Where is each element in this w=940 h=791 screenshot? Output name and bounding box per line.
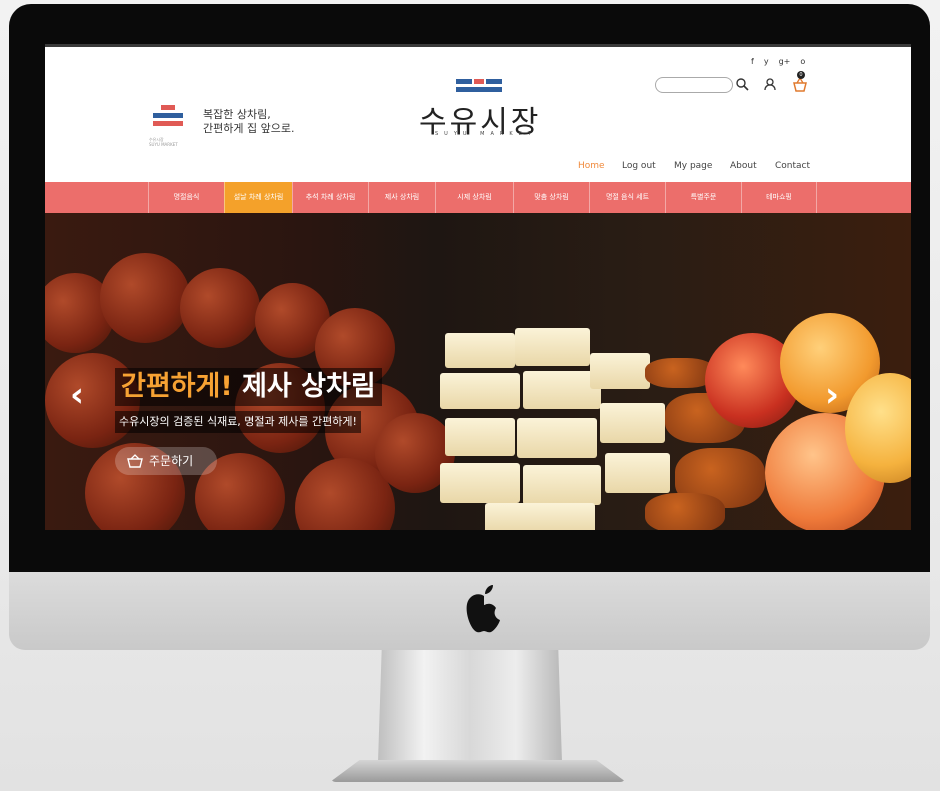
category-chuseok-table[interactable]: 추석 차례 상차림 [292, 182, 368, 213]
google-plus-icon[interactable]: g+ [779, 57, 791, 66]
hero-slider: ‹ › 간편하게! 제사 상차림 수유시장의 검증된 식재료, 명절과 제사를 … [45, 213, 911, 530]
basket-icon [127, 454, 143, 468]
hero-headline: 간편하게! 제사 상차림 [115, 368, 382, 406]
facebook-icon[interactable]: f [751, 57, 754, 66]
slider-next-arrow-icon[interactable]: › [825, 375, 839, 415]
category-special-order[interactable]: 특별주문 [665, 182, 741, 213]
category-memorial-table[interactable]: 제사 상차림 [368, 182, 435, 213]
instagram-icon[interactable]: o [800, 57, 805, 66]
logo-mark-icon [456, 79, 504, 97]
cart-count-badge: 0 [797, 71, 805, 79]
monitor-stand-foot [330, 760, 626, 782]
order-button[interactable]: 주문하기 [115, 447, 217, 475]
user-icon[interactable] [763, 77, 777, 91]
social-links: f y g+ o [751, 57, 805, 66]
category-custom-table[interactable]: 맞춤 상차림 [513, 182, 589, 213]
website-screen: 수유시장 SUYU MARKET 복잡한 상차림, 간편하게 집 앞으로. 수유… [45, 44, 911, 530]
hero-headline-accent: 간편하게! [121, 371, 233, 402]
twitter-icon[interactable]: y [764, 57, 769, 66]
slogan-logo-text: 수유시장 SUYU MARKET [149, 137, 178, 147]
apple-logo-icon [466, 585, 500, 633]
site-header: 수유시장 SUYU MARKET 복잡한 상차림, 간편하게 집 앞으로. 수유… [45, 44, 911, 185]
category-holiday-food[interactable]: 명절음식 [148, 182, 224, 213]
nav-contact[interactable]: Contact [775, 161, 810, 171]
category-theme-shopping[interactable]: 테마쇼핑 [741, 182, 817, 213]
search-icon[interactable] [735, 77, 749, 91]
category-sije-table[interactable]: 시제 상차림 [435, 182, 513, 213]
nav-home[interactable]: Home [578, 161, 605, 171]
slider-prev-arrow-icon[interactable]: ‹ [70, 375, 84, 415]
nav-about[interactable]: About [730, 161, 757, 171]
search-input[interactable] [655, 77, 733, 93]
header-slogan: 복잡한 상차림, 간편하게 집 앞으로. [203, 108, 295, 135]
nav-mypage[interactable]: My page [674, 161, 712, 171]
category-holiday-set[interactable]: 명절 음식 세트 [589, 182, 665, 213]
nav-logout[interactable]: Log out [622, 161, 656, 171]
category-bar: 명절음식 설날 차례 상차림 추석 차례 상차림 제사 상차림 시제 상차림 맞… [45, 182, 911, 213]
category-seollal-table[interactable]: 설날 차례 상차림 [224, 182, 292, 213]
monitor-stand-neck [378, 650, 562, 762]
order-button-label: 주문하기 [149, 454, 194, 468]
hero-headline-rest: 제사 상차림 [232, 371, 376, 402]
site-logo-sub: SUYU MARKET [435, 131, 537, 137]
hero-subline: 수유시장의 검증된 식재료, 명절과 제사를 간편하게! [115, 411, 361, 433]
